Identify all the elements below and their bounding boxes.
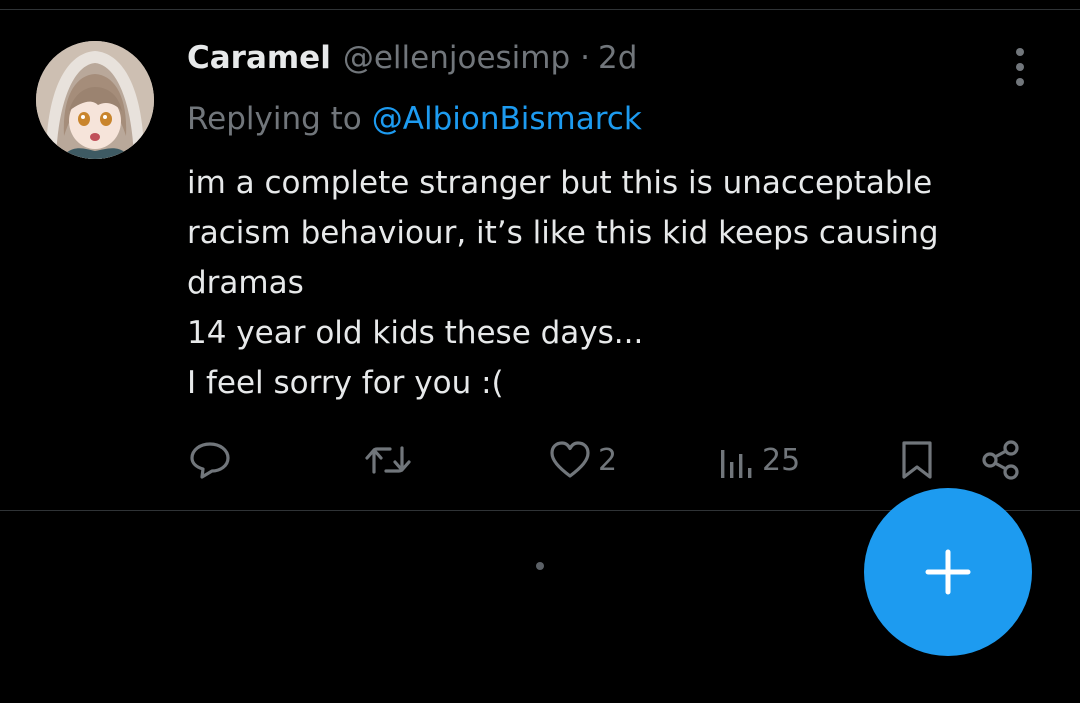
tweet-text: im a complete stranger but this is unacc… — [187, 158, 1047, 408]
views-count: 25 — [762, 442, 801, 478]
tweet-text-line: I feel sorry for you :( — [187, 365, 504, 401]
avatar[interactable] — [36, 41, 154, 159]
more-vertical-icon — [1016, 48, 1024, 56]
tweet[interactable]: Caramel @ellenjoesimp · 2d Replying to @A… — [0, 10, 1080, 510]
like-button[interactable]: 2 — [548, 440, 617, 480]
views-button[interactable]: 25 — [718, 440, 800, 480]
like-count: 2 — [598, 442, 618, 478]
bookmark-icon — [902, 441, 932, 479]
more-dot — [1016, 78, 1024, 86]
heart-icon — [550, 441, 590, 478]
compose-button[interactable] — [864, 488, 1032, 656]
tweet-text-line: 14 year old kids these days... — [187, 315, 644, 351]
share-icon — [982, 440, 1019, 480]
more-button[interactable] — [1002, 44, 1038, 90]
views-icon — [721, 450, 752, 478]
retweet-icon — [365, 446, 411, 474]
scroll-indicator-dot — [536, 562, 544, 570]
share-button[interactable] — [980, 440, 1022, 480]
mention-link[interactable]: @AlbionBismarck — [372, 101, 642, 137]
display-name[interactable]: Caramel — [187, 40, 331, 76]
tweet-text-line: dramas — [187, 265, 304, 301]
tweet-text-line: im a complete stranger but this is unacc… — [187, 165, 933, 201]
timestamp[interactable]: 2d — [598, 40, 637, 76]
reply-button[interactable] — [188, 440, 232, 480]
user-handle[interactable]: @ellenjoesimp — [343, 40, 570, 76]
replying-to: Replying to @AlbionBismarck — [187, 98, 642, 140]
replying-to-label: Replying to — [187, 101, 362, 137]
reply-icon — [190, 442, 230, 479]
separator: · — [580, 40, 591, 76]
more-dot — [1016, 63, 1024, 71]
tweet-text-line: racism behaviour, it’s like this kid kee… — [187, 215, 939, 251]
plus-icon — [925, 549, 971, 595]
tweet-header: Caramel @ellenjoesimp · 2d — [187, 40, 637, 82]
bookmark-button[interactable] — [900, 440, 934, 480]
retweet-button[interactable] — [364, 440, 412, 480]
